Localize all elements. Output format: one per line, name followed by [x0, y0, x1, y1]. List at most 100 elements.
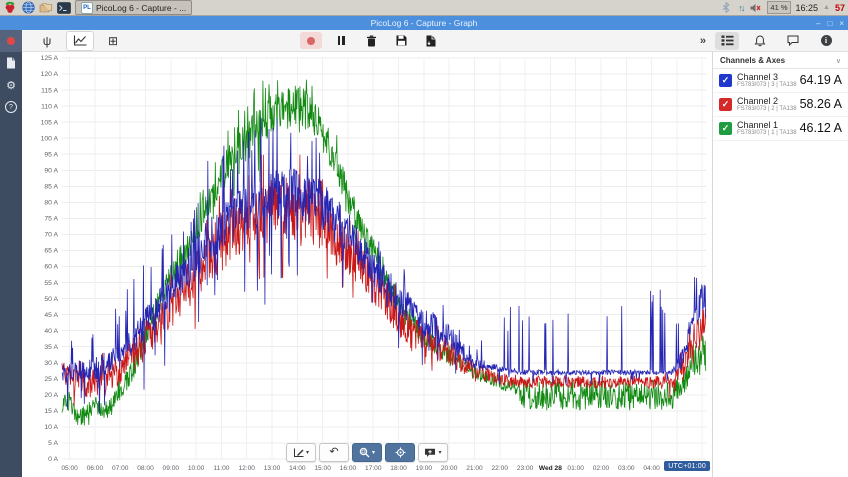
raspberry-menu-icon[interactable]	[3, 1, 17, 14]
delete-capture-button[interactable]	[360, 32, 382, 49]
tab-graph[interactable]	[66, 31, 94, 51]
window-titlebar[interactable]: PicoLog 6 - Capture - Graph – □ ×	[0, 16, 848, 30]
y-tick-label: 5 A	[48, 440, 58, 447]
trash-icon	[366, 35, 377, 47]
record-icon	[307, 37, 315, 45]
file-export-icon	[426, 35, 436, 47]
pan-mode-button[interactable]	[385, 443, 415, 462]
tab-table[interactable]: ⊞	[100, 32, 126, 50]
annotation-plus-icon	[424, 448, 436, 458]
y-tick-label: 0 A	[48, 456, 58, 463]
cpu-monitor[interactable]: 41 %	[767, 1, 790, 14]
gear-icon: ⚙	[6, 79, 16, 92]
zoom-mode-button[interactable]: ▾	[352, 443, 382, 462]
maximize-button[interactable]: □	[827, 19, 832, 28]
graph-tools: ▾ ↶ ▾	[286, 443, 448, 462]
y-tick-label: 15 A	[44, 408, 58, 415]
x-tick-label: 10:00	[188, 465, 205, 472]
graph-area[interactable]: 0 A5 A10 A15 A20 A25 A30 A35 A40 A45 A50…	[22, 52, 713, 477]
info-icon: i	[821, 35, 832, 46]
y-tick-label: 85 A	[44, 184, 58, 191]
app-toolbar: ψ ⊞	[22, 30, 848, 52]
y-tick-label: 75 A	[44, 216, 58, 223]
usb-device-icon: ψ	[43, 35, 52, 47]
axis-scale-icon	[293, 448, 304, 458]
x-tick-label: 18:00	[390, 465, 407, 472]
y-tick-label: 90 A	[44, 167, 58, 174]
utc-offset-badge[interactable]: UTC+01:00	[664, 461, 710, 471]
save-button[interactable]	[390, 32, 412, 49]
pause-icon	[338, 36, 345, 45]
left-nav-sidebar: ⚙ ?	[0, 30, 22, 477]
floppy-save-icon	[396, 35, 407, 46]
os-taskbar: PL PicoLog 6 - Capture - ... ↑↓ 41 % 16:…	[0, 0, 848, 16]
help-icon: ?	[5, 101, 17, 113]
web-browser-icon[interactable]	[21, 1, 35, 14]
channels-panel-title: Channels & Axes	[720, 56, 785, 65]
channels-panel-header[interactable]: Channels & Axes ∨	[713, 52, 848, 69]
bluetooth-icon[interactable]	[719, 1, 733, 14]
x-tick-label: 16:00	[340, 465, 357, 472]
x-tick-label: 20:00	[441, 465, 458, 472]
close-button[interactable]: ×	[839, 19, 844, 28]
taskbar-window-button[interactable]: PL PicoLog 6 - Capture - ...	[75, 0, 192, 15]
file-manager-icon[interactable]	[39, 1, 53, 14]
annotations-button[interactable]	[781, 32, 805, 50]
clock[interactable]: 16:25	[796, 3, 819, 13]
nav-help-button[interactable]: ?	[0, 96, 22, 118]
axis-scaling-button[interactable]: ▾	[286, 443, 316, 462]
channel-3-checkbox[interactable]: ✓	[719, 74, 732, 87]
info-button[interactable]: i	[814, 32, 838, 50]
y-tick-label: 80 A	[44, 200, 58, 207]
channel-1-value: 46.12 A	[800, 121, 842, 135]
nav-settings-button[interactable]: ⚙	[0, 74, 22, 96]
terminal-icon[interactable]	[57, 1, 71, 14]
graph-icon	[73, 35, 87, 46]
y-tick-label: 25 A	[44, 376, 58, 383]
taskbar-window-label: PicoLog 6 - Capture - ...	[96, 3, 186, 13]
x-tick-label: 06:00	[87, 465, 104, 472]
nav-capture-button[interactable]	[0, 30, 22, 52]
y-tick-label: 110 A	[41, 103, 58, 110]
chevron-down-icon: ∨	[836, 57, 841, 65]
y-tick-label: 105 A	[41, 119, 59, 126]
x-tick-label: 02:00	[593, 465, 610, 472]
y-tick-label: 55 A	[44, 280, 58, 287]
channel-row-3[interactable]: ✓ Channel 3 FS783/073 | 3 | TA138 64.19 …	[713, 69, 848, 93]
export-button[interactable]	[420, 32, 442, 49]
alarms-button[interactable]	[748, 32, 772, 50]
x-tick-label: 09:00	[163, 465, 180, 472]
screen: PL PicoLog 6 - Capture - ... ↑↓ 41 % 16:…	[0, 0, 848, 477]
channel-3-name: Channel 3	[737, 72, 795, 82]
x-tick-label: Wed 28	[539, 465, 562, 472]
channel-3-device: FS783/073 | 3 | TA138	[737, 82, 795, 89]
expand-panel-button[interactable]: »	[700, 35, 706, 47]
pause-button[interactable]	[330, 32, 352, 49]
undo-zoom-button[interactable]: ↶	[319, 443, 349, 462]
channel-1-checkbox[interactable]: ✓	[719, 122, 732, 135]
series-channel-3	[62, 117, 706, 414]
tab-devices[interactable]: ψ	[34, 32, 60, 50]
record-button[interactable]	[300, 32, 322, 49]
x-tick-label: 13:00	[264, 465, 281, 472]
capture-graph[interactable]: 0 A5 A10 A15 A20 A25 A30 A35 A40 A45 A50…	[22, 52, 712, 477]
channel-2-checkbox[interactable]: ✓	[719, 98, 732, 111]
channel-2-name: Channel 2	[737, 96, 795, 106]
y-tick-label: 35 A	[44, 344, 58, 351]
record-dot-icon	[7, 37, 15, 45]
add-annotation-button[interactable]: ▾	[418, 443, 448, 462]
x-tick-label: 07:00	[112, 465, 129, 472]
temperature-value: 57	[835, 3, 845, 13]
channels-axes-button[interactable]	[715, 32, 739, 50]
channel-2-device: FS783/073 | 2 | TA138	[737, 106, 795, 113]
minimize-button[interactable]: –	[816, 19, 820, 28]
table-icon: ⊞	[108, 35, 118, 47]
channel-row-1[interactable]: ✓ Channel 1 FS783/073 | 1 | TA138 46.12 …	[713, 117, 848, 141]
nav-files-button[interactable]	[0, 52, 22, 74]
y-tick-label: 115 A	[41, 87, 58, 94]
channel-row-2[interactable]: ✓ Channel 2 FS783/073 | 2 | TA138 58.26 …	[713, 93, 848, 117]
picolog-app-icon: PL	[81, 2, 93, 14]
volume-muted-icon[interactable]	[748, 1, 762, 14]
network-traffic-icon[interactable]: ↑↓	[738, 3, 743, 13]
channel-1-device: FS783/073 | 1 | TA138	[737, 130, 795, 137]
